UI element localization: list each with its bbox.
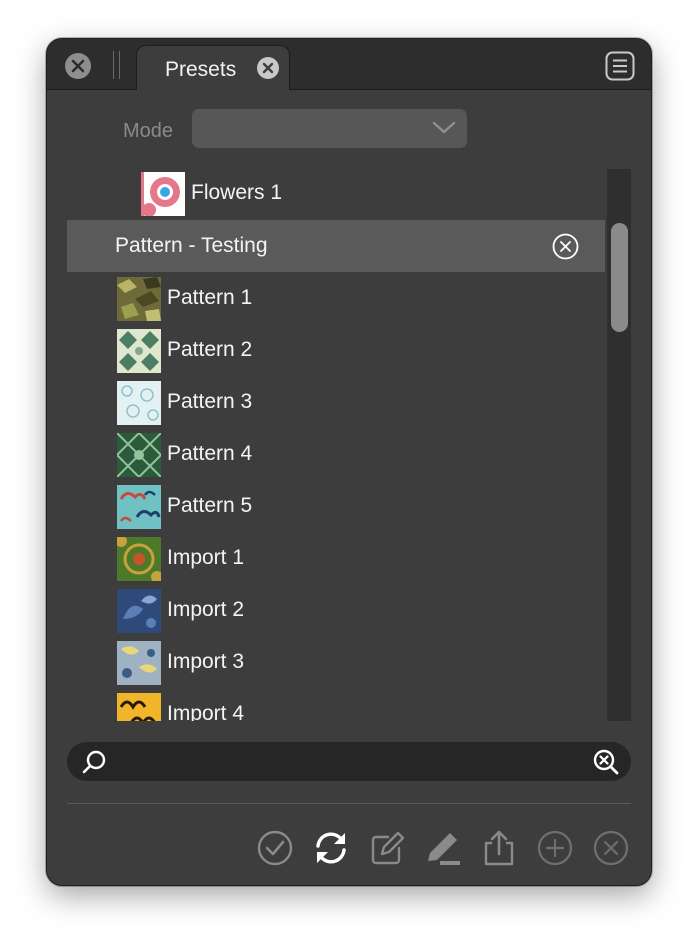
zoom-search-icon[interactable] bbox=[593, 749, 619, 775]
camo-pattern-thumbnail bbox=[117, 277, 161, 321]
list-item-label: Pattern 5 bbox=[167, 494, 253, 517]
damask-pattern-thumbnail bbox=[117, 329, 161, 373]
close-panel-button[interactable] bbox=[65, 53, 91, 79]
tab-presets[interactable]: Presets bbox=[136, 45, 290, 90]
list-item-label: Import 2 bbox=[167, 598, 245, 621]
edit-square-icon[interactable] bbox=[368, 829, 406, 867]
list-item-label: Import 1 bbox=[167, 546, 245, 569]
pencil-icon[interactable] bbox=[424, 829, 462, 867]
flower-thumbnail bbox=[141, 172, 185, 216]
list-item-label: Import 3 bbox=[167, 650, 245, 673]
list-item-label: Pattern 4 bbox=[167, 442, 253, 465]
list-item[interactable]: Import 4 bbox=[67, 688, 605, 721]
yellow-blue-pattern-thumbnail bbox=[117, 641, 161, 685]
presets-panel: Presets Mode Flowers 1 Pattern - Testing… bbox=[46, 38, 652, 886]
tab-presets-label: Presets bbox=[165, 58, 237, 81]
group-header-label: Pattern - Testing bbox=[115, 234, 268, 257]
panel-menu-icon[interactable] bbox=[605, 51, 635, 81]
tab-close-button[interactable] bbox=[257, 57, 279, 79]
delete-circle-icon[interactable] bbox=[592, 829, 630, 867]
search-input[interactable] bbox=[115, 749, 589, 775]
scrollbar-thumb[interactable] bbox=[611, 223, 628, 332]
group-header-pattern-testing[interactable]: Pattern - Testing bbox=[67, 220, 605, 272]
list-item[interactable]: Flowers 1 bbox=[67, 169, 605, 219]
list-item-label: Pattern 3 bbox=[167, 390, 253, 413]
list-item[interactable]: Import 3 bbox=[67, 636, 605, 688]
light-blue-pattern-thumbnail bbox=[117, 381, 161, 425]
list-item[interactable]: Pattern 2 bbox=[67, 324, 605, 376]
close-icon bbox=[262, 62, 274, 74]
checkmark-circle-icon[interactable] bbox=[256, 829, 294, 867]
mode-label: Mode bbox=[123, 120, 174, 142]
add-circle-icon[interactable] bbox=[536, 829, 574, 867]
presets-list: Flowers 1 Pattern - Testing Pattern 1 Pa… bbox=[67, 169, 605, 721]
green-geometric-pattern-thumbnail bbox=[117, 433, 161, 477]
blue-paisley-pattern-thumbnail bbox=[117, 589, 161, 633]
list-item[interactable]: Pattern 1 bbox=[67, 272, 605, 324]
cloud-pattern-thumbnail bbox=[117, 485, 161, 529]
remove-group-icon[interactable] bbox=[552, 233, 579, 260]
list-item[interactable]: Pattern 4 bbox=[67, 428, 605, 480]
search-icon bbox=[82, 750, 106, 774]
list-item-label: Pattern 2 bbox=[167, 338, 253, 361]
chevron-down-icon bbox=[432, 121, 456, 134]
panel-titlebar: Presets bbox=[47, 39, 651, 90]
list-item[interactable]: Pattern 3 bbox=[67, 376, 605, 428]
drag-grip-icon[interactable] bbox=[111, 51, 123, 79]
list-item-label: Import 4 bbox=[167, 702, 245, 721]
close-icon bbox=[71, 59, 85, 73]
divider bbox=[67, 803, 631, 804]
yellow-black-pattern-thumbnail bbox=[117, 693, 161, 721]
share-icon[interactable] bbox=[480, 829, 518, 867]
list-item[interactable]: Import 1 bbox=[67, 532, 605, 584]
green-mandala-pattern-thumbnail bbox=[117, 537, 161, 581]
refresh-icon[interactable] bbox=[312, 829, 350, 867]
list-item-label: Flowers 1 bbox=[191, 181, 283, 204]
list-item[interactable]: Pattern 5 bbox=[67, 480, 605, 532]
search-bar[interactable] bbox=[67, 742, 631, 781]
list-item-label: Pattern 1 bbox=[167, 286, 253, 309]
list-item[interactable]: Import 2 bbox=[67, 584, 605, 636]
mode-dropdown[interactable] bbox=[192, 109, 467, 148]
